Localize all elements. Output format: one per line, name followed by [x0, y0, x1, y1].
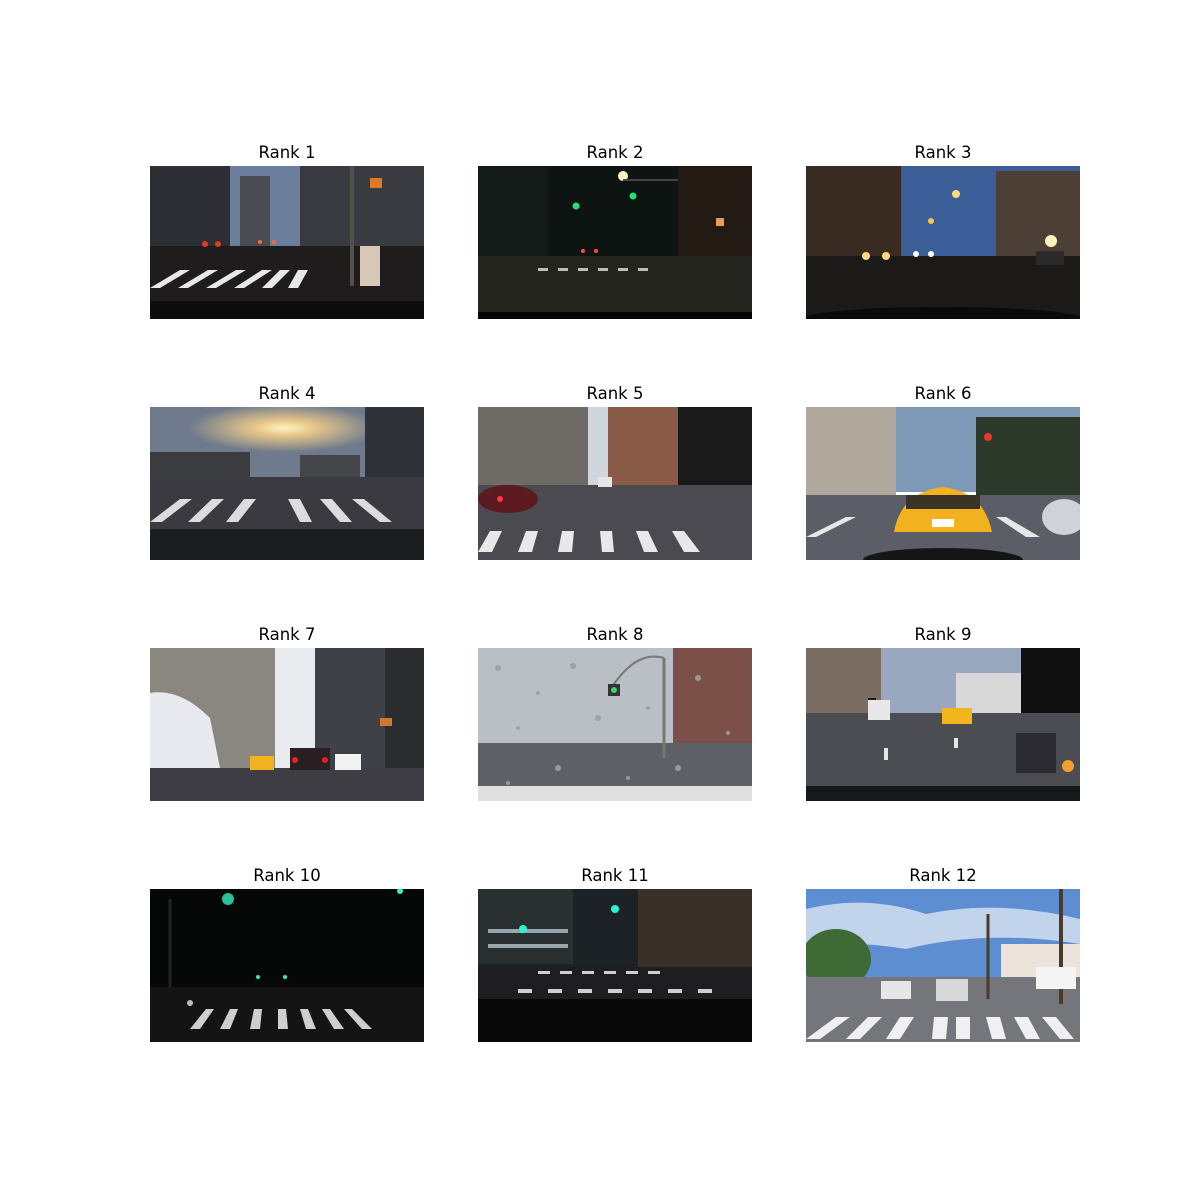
street-scene-image: [478, 407, 752, 560]
grid-cell-rank-8: Rank 8: [478, 625, 752, 801]
grid-cell-rank-10: Rank 10: [150, 866, 424, 1042]
image-title: Rank 2: [586, 143, 644, 162]
image-title: Rank 8: [586, 625, 644, 644]
scene-evening-avenue: [806, 166, 1080, 319]
grid-cell-rank-11: Rank 11: [478, 866, 752, 1042]
street-scene-image: [806, 648, 1080, 801]
grid-cell-rank-12: Rank 12: [806, 866, 1080, 1042]
scene-night-green-lights: [478, 166, 752, 319]
image-title: Rank 6: [914, 384, 972, 403]
street-scene-image: [150, 166, 424, 319]
street-scene-image: [806, 889, 1080, 1042]
street-scene-image: [806, 166, 1080, 319]
street-scene-image: [478, 648, 752, 801]
image-title: Rank 4: [258, 384, 316, 403]
street-scene-image: [806, 407, 1080, 560]
image-title: Rank 12: [909, 866, 977, 885]
scene-midtown-canyon: [150, 648, 424, 801]
image-title: Rank 10: [253, 866, 321, 885]
grid-cell-rank-3: Rank 3: [806, 143, 1080, 319]
image-title: Rank 5: [586, 384, 644, 403]
image-title: Rank 1: [258, 143, 316, 162]
street-scene-image: [478, 166, 752, 319]
grid-cell-rank-2: Rank 2: [478, 143, 752, 319]
street-scene-image: [150, 889, 424, 1042]
image-title: Rank 3: [914, 143, 972, 162]
grid-cell-rank-6: Rank 6: [806, 384, 1080, 560]
grid-cell-rank-9: Rank 9: [806, 625, 1080, 801]
image-title: Rank 9: [914, 625, 972, 644]
scene-sunny-suburb: [806, 889, 1080, 1042]
grid-cell-rank-5: Rank 5: [478, 384, 752, 560]
grid-cell-rank-1: Rank 1: [150, 143, 424, 319]
scene-rainy-windshield: [478, 648, 752, 801]
scene-yellow-taxi: [806, 407, 1080, 560]
scene-boulevard-traffic: [806, 648, 1080, 801]
grid-cell-rank-4: Rank 4: [150, 384, 424, 560]
street-scene-image: [478, 889, 752, 1042]
scene-dark-night-crosswalk: [150, 889, 424, 1042]
grid-cell-rank-7: Rank 7: [150, 625, 424, 801]
image-title: Rank 11: [581, 866, 649, 885]
scene-sunset-crosswalk: [150, 407, 424, 560]
scene-night-city-crosswalk: [478, 889, 752, 1042]
image-title: Rank 7: [258, 625, 316, 644]
scene-dusk-crosswalk: [150, 166, 424, 319]
street-scene-image: [150, 648, 424, 801]
street-scene-image: [150, 407, 424, 560]
scene-wet-street: [478, 407, 752, 560]
